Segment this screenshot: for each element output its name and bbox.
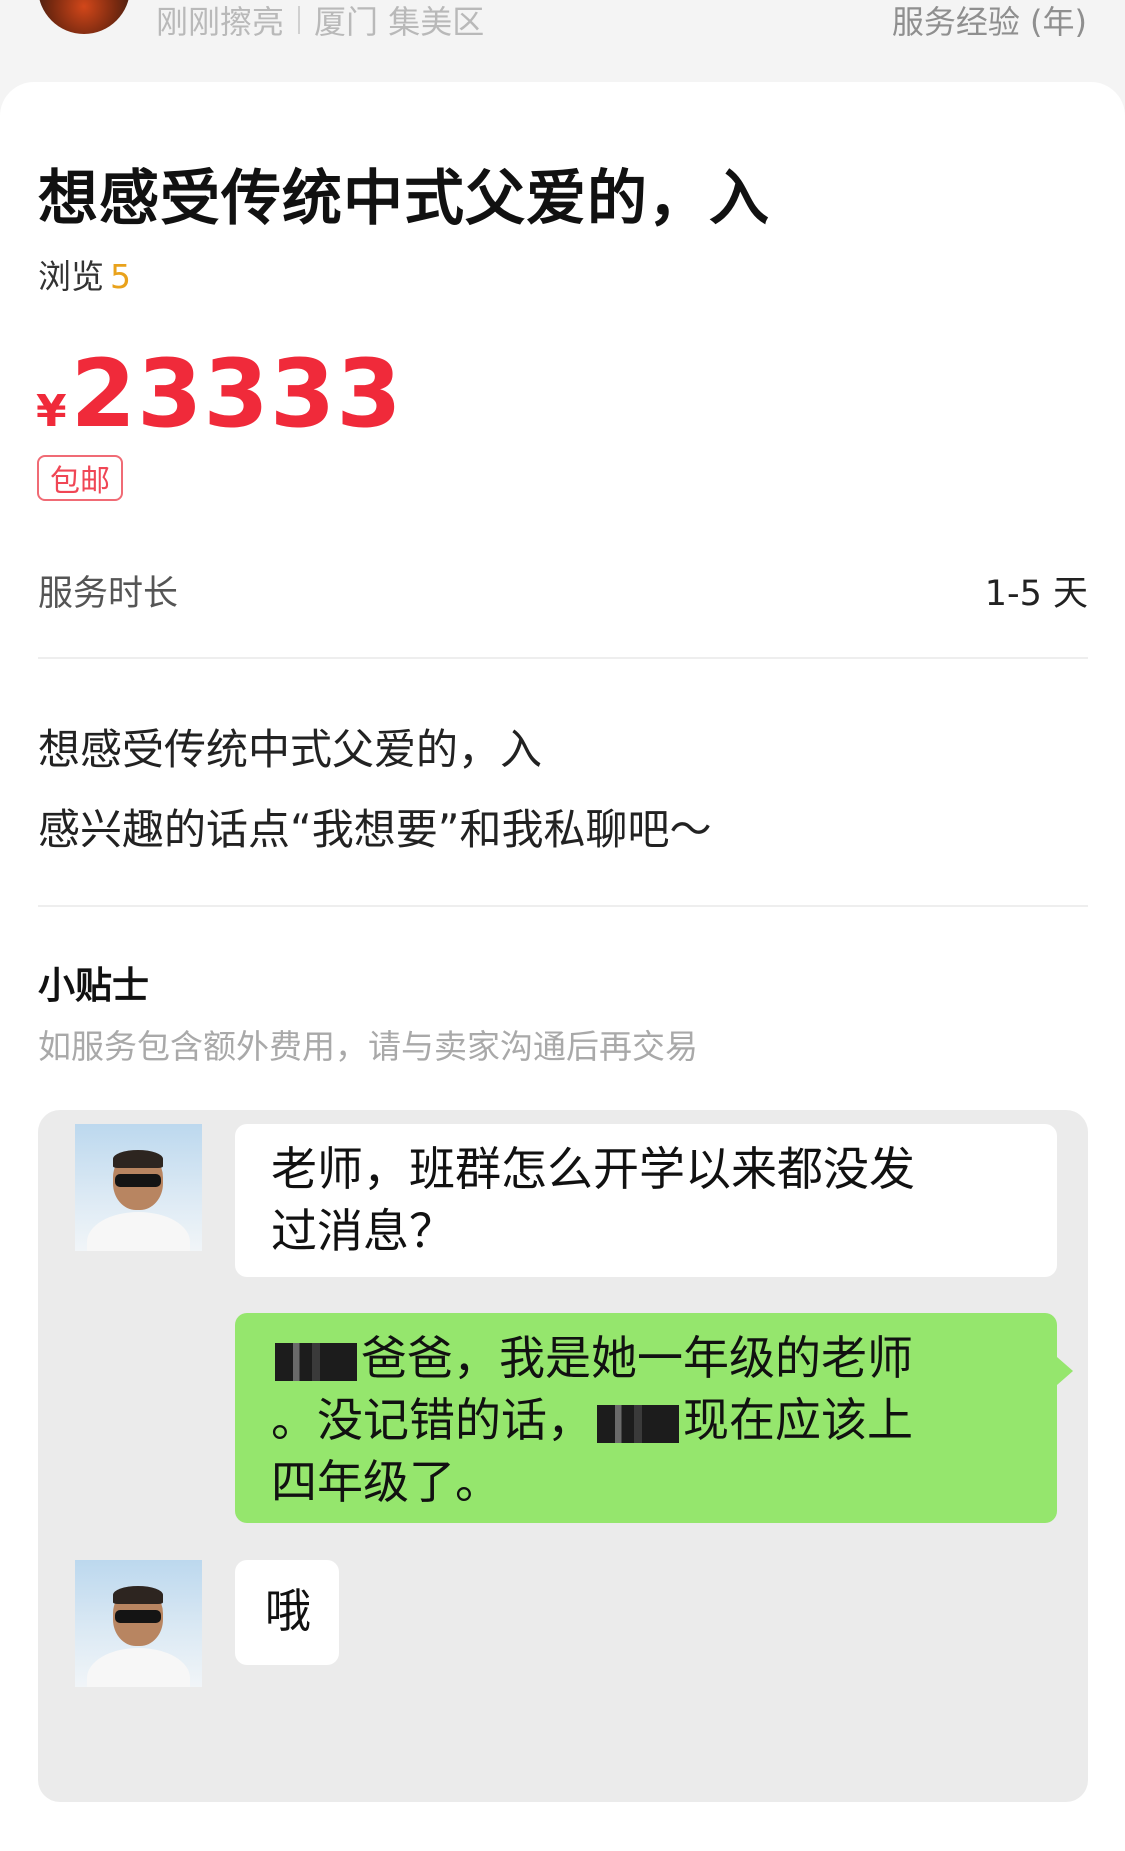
- currency-symbol: ¥: [36, 386, 67, 437]
- chat-text-line: 四年级了。: [271, 1455, 501, 1509]
- chat-text-line: 哦: [265, 1584, 311, 1638]
- avatar-hair: [113, 1586, 163, 1604]
- chat-bubble-received: 老师，班群怎么开学以来都没发 过消息？: [235, 1124, 1057, 1277]
- duration-value: 1-5 天: [984, 573, 1088, 614]
- chat-text-segment: 现在应该上: [683, 1393, 913, 1447]
- parent-avatar: [75, 1124, 202, 1251]
- price-amount: 23333: [70, 340, 403, 449]
- chat-text-line: 过消息？: [271, 1204, 455, 1258]
- view-count: 浏览 5: [38, 250, 131, 298]
- sunglasses-icon: [115, 1174, 161, 1187]
- tips-title: 小贴士: [38, 964, 149, 1007]
- avatar-body: [87, 1648, 190, 1687]
- service-duration-row: 服务时长 1-5 天: [38, 560, 1088, 620]
- views-label: 浏览: [38, 257, 104, 296]
- service-experience-label: 服务经验 (年): [891, 3, 1087, 41]
- seller-meta: 刚刚擦亮 厦门 集美区: [156, 0, 485, 41]
- duration-label: 服务时长: [38, 573, 179, 614]
- free-shipping-badge: 包邮: [37, 455, 123, 501]
- chat-text-segment: 爸爸，我是她一年级的老师: [361, 1331, 913, 1385]
- description-line: 感兴趣的话点“我想要”和我私聊吧～: [38, 805, 712, 854]
- parent-avatar: [75, 1560, 202, 1687]
- listing-description: 想感受传统中式父爱的，入 感兴趣的话点“我想要”和我私聊吧～: [38, 710, 712, 870]
- avatar-body: [87, 1212, 190, 1251]
- chat-bubble-sent: 爸爸，我是她一年级的老师 。没记错的话， 现在应该上 四年级了。: [235, 1313, 1073, 1523]
- sunglasses-icon: [115, 1610, 161, 1623]
- seller-avatar[interactable]: [38, 0, 130, 34]
- chat-bubble-received: 哦: [235, 1560, 339, 1665]
- chat-text-line: 。没记错的话， 现在应该上: [271, 1389, 1021, 1451]
- seller-location: 厦门 集美区: [314, 3, 485, 41]
- views-number: 5: [110, 257, 131, 296]
- price: ¥ 23333: [36, 340, 403, 449]
- listing-title: 想感受传统中式父爱的，入: [38, 164, 770, 234]
- avatar-hair: [113, 1150, 163, 1168]
- chat-text-line: 爸爸，我是她一年级的老师: [271, 1327, 1021, 1389]
- tips-text: 如服务包含额外费用，请与卖家沟通后再交易: [38, 1027, 698, 1066]
- chat-text-line: 老师，班群怎么开学以来都没发: [271, 1142, 915, 1196]
- chat-text-segment: 。没记错的话，: [271, 1393, 593, 1447]
- description-line: 想感受传统中式父爱的，入: [38, 725, 543, 774]
- chat-screenshot: 老师，班群怎么开学以来都没发 过消息？ 爸爸，我是她一年级的老师 。没记错的话，…: [38, 1110, 1088, 1802]
- redacted-name: [275, 1342, 357, 1381]
- divider: [38, 657, 1088, 659]
- top-meta-bar: 刚刚擦亮 厦门 集美区 服务经验 (年): [0, 0, 1125, 80]
- divider: [38, 905, 1088, 907]
- polish-time: 刚刚擦亮: [156, 3, 285, 41]
- redacted-name: [597, 1404, 679, 1443]
- meta-divider: [298, 6, 301, 34]
